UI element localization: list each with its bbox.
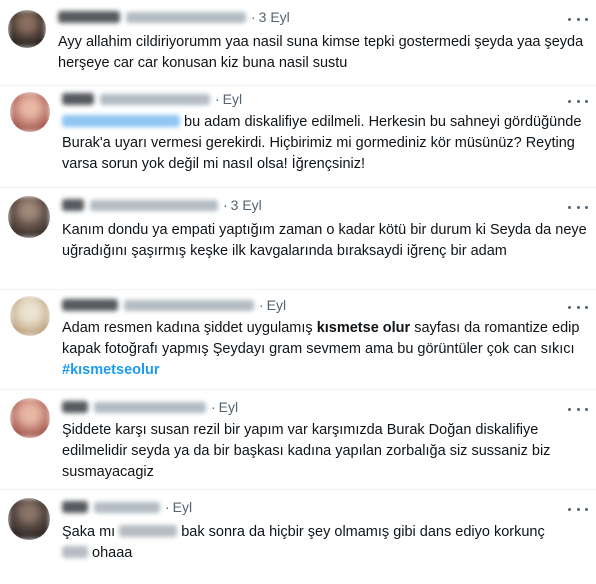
- separator-dot: ·: [223, 197, 228, 213]
- tweet-5[interactable]: · Eyl Şiddete karşı susan rezil bir yapı…: [0, 390, 596, 490]
- tweet-header: · Eyl: [62, 398, 238, 416]
- avatar[interactable]: [10, 296, 50, 336]
- bold-keyword: kısmetse olur: [316, 320, 411, 336]
- separator-dot: ·: [259, 297, 264, 313]
- more-options-icon[interactable]: [568, 12, 588, 26]
- tweet-2[interactable]: · Eyl bu adam diskalifiye edilmeli. Herk…: [0, 86, 596, 188]
- tweet-header: · 3 Eyl: [58, 8, 290, 26]
- author-name[interactable]: [62, 401, 88, 413]
- author-name[interactable]: [62, 501, 88, 513]
- more-options-icon[interactable]: [568, 502, 588, 516]
- tweet-text-part: Adam resmen kadına şiddet uygulamış: [62, 320, 317, 336]
- author-handle[interactable]: [126, 11, 246, 23]
- separator-dot: ·: [165, 499, 170, 515]
- tweet-text-part: Şaka mı: [62, 524, 120, 540]
- tweet-1[interactable]: · 3 Eyl Ayy allahim cildiriyorumm yaa na…: [0, 0, 596, 86]
- author-name[interactable]: [58, 11, 120, 23]
- author-handle[interactable]: [124, 299, 254, 311]
- author-handle[interactable]: [90, 199, 218, 211]
- avatar[interactable]: [10, 92, 50, 132]
- tweet-date[interactable]: 3 Eyl: [259, 9, 290, 25]
- tweet-header: · 3 Eyl: [62, 196, 262, 214]
- tweet-text: Kanım dondu ya empati yaptığım zaman o k…: [62, 222, 587, 259]
- tweet-text-part: bak sonra da hiçbir şey olmamış gibi dan…: [177, 524, 545, 540]
- more-options-icon[interactable]: [568, 200, 588, 214]
- tweet-3[interactable]: · 3 Eyl Kanım dondu ya empati yaptığım z…: [0, 188, 596, 290]
- separator-dot: ·: [211, 399, 216, 415]
- tweet-date[interactable]: 3 Eyl: [231, 197, 262, 213]
- tweet-feed: · 3 Eyl Ayy allahim cildiriyorumm yaa na…: [0, 0, 596, 584]
- mention-link[interactable]: [62, 115, 180, 127]
- author-handle[interactable]: [100, 93, 210, 105]
- tweet-text: Ayy allahim cildiriyorumm yaa nasil suna…: [58, 34, 584, 71]
- more-options-icon[interactable]: [568, 94, 588, 108]
- tweet-date[interactable]: Eyl: [219, 399, 238, 415]
- author-name[interactable]: [62, 93, 94, 105]
- author-name[interactable]: [62, 199, 84, 211]
- avatar[interactable]: [8, 498, 50, 540]
- more-options-icon[interactable]: [568, 402, 588, 416]
- redacted-name: [62, 546, 88, 558]
- avatar[interactable]: [8, 196, 50, 238]
- tweet-4[interactable]: · Eyl Adam resmen kadına şiddet uygulamı…: [0, 290, 596, 390]
- tweet-6[interactable]: · Eyl Şaka mı bak sonra da hiçbir şey ol…: [0, 490, 596, 584]
- author-handle[interactable]: [94, 501, 160, 513]
- tweet-text: Şiddete karşı susan rezil bir yapım var …: [62, 422, 551, 480]
- avatar[interactable]: [10, 398, 50, 438]
- tweet-header: · Eyl: [62, 90, 242, 108]
- tweet-date[interactable]: Eyl: [173, 499, 192, 515]
- tweet-date[interactable]: Eyl: [267, 297, 286, 313]
- separator-dot: ·: [215, 91, 220, 107]
- author-handle[interactable]: [94, 401, 206, 413]
- redacted-name: [119, 525, 178, 537]
- tweet-text: Şaka mı bak sonra da hiçbir şey olmamış …: [62, 522, 588, 564]
- tweet-text: Adam resmen kadına şiddet uygulamış kısm…: [62, 318, 588, 381]
- hashtag-link[interactable]: #kısmetseolur: [62, 362, 160, 378]
- separator-dot: ·: [251, 9, 256, 25]
- tweet-header: · Eyl: [62, 296, 286, 314]
- tweet-text-part: ohaaa: [88, 545, 133, 561]
- tweet-date[interactable]: Eyl: [223, 91, 242, 107]
- avatar[interactable]: [8, 10, 46, 48]
- more-options-icon[interactable]: [568, 300, 588, 314]
- author-name[interactable]: [62, 299, 118, 311]
- tweet-text: bu adam diskalifiye edilmeli. Herkesin b…: [62, 112, 588, 175]
- tweet-header: · Eyl: [62, 498, 192, 516]
